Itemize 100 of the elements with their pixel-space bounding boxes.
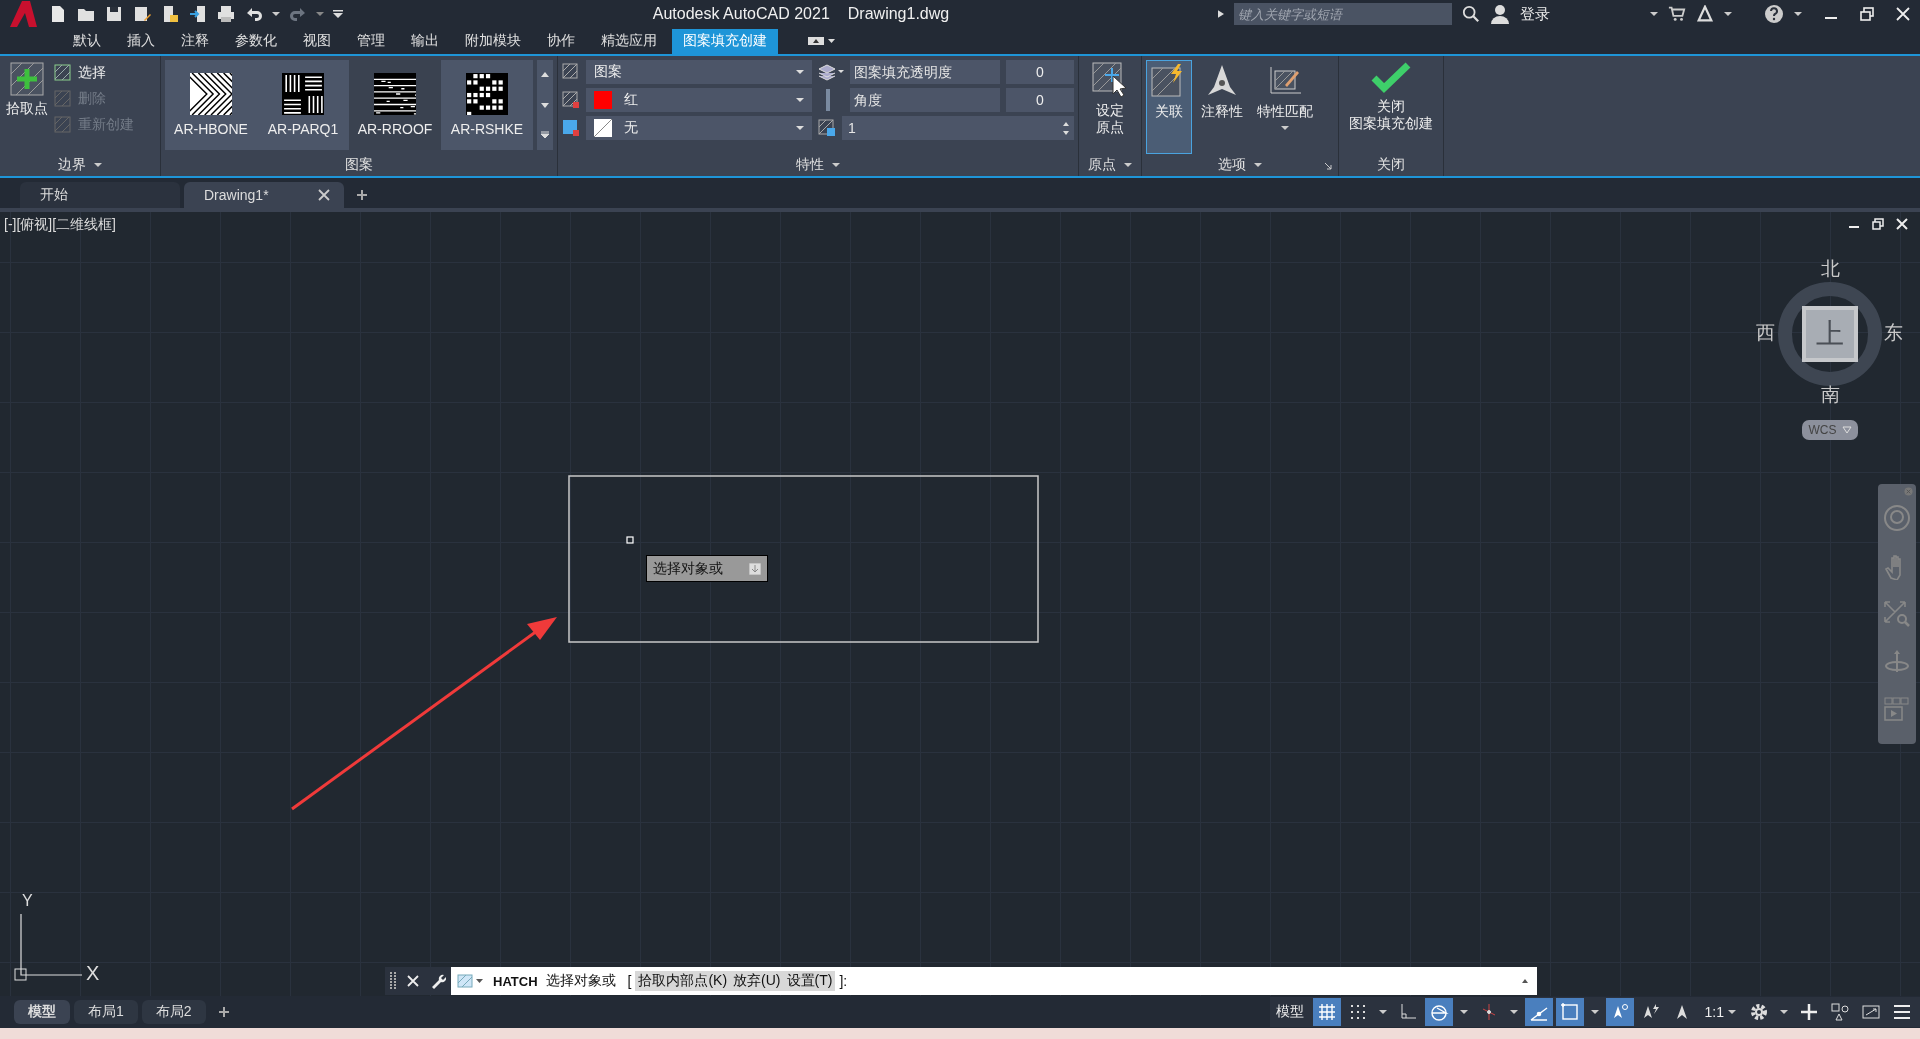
caret-icon[interactable] [1650, 10, 1658, 18]
ribbon-tab[interactable]: 精选应用 [590, 29, 668, 54]
pattern-tile[interactable]: AR-RROOF [349, 60, 441, 150]
ribbon-tab[interactable]: 协作 [536, 29, 586, 54]
isolate-objects-icon[interactable] [1830, 1002, 1850, 1022]
expand-gallery-icon[interactable] [540, 130, 550, 140]
caret-icon[interactable] [1509, 1008, 1518, 1016]
property-dropdown[interactable]: 红 [586, 88, 812, 112]
file-tab[interactable]: Drawing1* [184, 182, 344, 208]
layout-tab[interactable]: 布局1 [74, 1000, 138, 1024]
fullscreen-icon[interactable] [1861, 1002, 1881, 1022]
layout-tab[interactable]: 模型 [14, 1000, 70, 1024]
history-caret-icon[interactable] [1521, 977, 1529, 985]
add-layout-icon[interactable] [217, 1006, 230, 1018]
ribbon-tab[interactable]: 默认 [62, 29, 112, 54]
caret-icon[interactable] [94, 161, 102, 169]
option-button[interactable]: 关联 [1146, 60, 1192, 154]
property-value-field[interactable]: 0 [1006, 88, 1074, 112]
panel-toggle-icon[interactable] [808, 36, 836, 46]
pattern-tile[interactable]: AR-RSHKE [441, 60, 533, 150]
viewport-controls[interactable]: [-][俯视][二维线框] [4, 216, 116, 234]
ribbon-tab[interactable]: 附加模块 [454, 29, 532, 54]
model-space-button[interactable]: 模型 [1269, 998, 1310, 1026]
caret-icon[interactable] [1780, 1008, 1788, 1016]
ribbon-tab[interactable]: 插入 [116, 29, 166, 54]
command-option[interactable]: 设置(T) [783, 971, 836, 991]
command-option[interactable]: 放弃(U) [730, 971, 784, 991]
sign-in-link[interactable]: 登录 [1520, 4, 1550, 24]
close-hatch-button[interactable]: 关闭 图案填充创建 [1347, 60, 1435, 154]
search-field[interactable]: 键入关键字或短语 [1234, 3, 1452, 25]
command-option[interactable]: 拾取内部点(K) [635, 971, 731, 991]
dialog-launcher-icon[interactable] [1324, 162, 1332, 170]
pattern-tile[interactable]: AR-PARQ1 [257, 60, 349, 150]
caret-icon[interactable] [1724, 10, 1732, 18]
save-icon[interactable] [104, 4, 124, 24]
caret-icon[interactable] [1794, 10, 1802, 18]
ribbon-tab[interactable]: 参数化 [224, 29, 288, 54]
user-icon[interactable] [1490, 4, 1510, 24]
osnap-toggle[interactable] [1555, 998, 1584, 1026]
restore-icon[interactable] [1860, 7, 1874, 21]
slider-handle[interactable] [826, 89, 830, 111]
polar-toggle[interactable] [1424, 998, 1453, 1026]
caret-icon[interactable] [272, 10, 280, 18]
customize-menu-icon[interactable] [332, 8, 344, 20]
caret-icon[interactable] [1590, 1008, 1599, 1016]
save-as-icon[interactable] [132, 4, 152, 24]
new-tab-icon[interactable] [356, 189, 368, 201]
menu-icon[interactable] [1892, 1002, 1912, 1022]
compass-label[interactable]: 南 [1821, 382, 1840, 408]
ribbon-tab[interactable]: 管理 [346, 29, 396, 54]
layers-icon[interactable] [818, 63, 844, 81]
hatch-icon[interactable] [457, 974, 485, 988]
tracking-toggle[interactable] [1524, 998, 1553, 1026]
panel-title[interactable]: 选项 [1142, 154, 1338, 176]
compass-label[interactable]: 北 [1821, 256, 1840, 282]
pattern-tile[interactable]: AR-HBONE [165, 60, 257, 150]
set-origin-button[interactable]: 设定 原点 [1090, 60, 1130, 154]
drawing-area[interactable]: [-][俯视][二维线框] 北 西 上 东 南 WCS Y X 选择对象或 HATCH 选择对象或 [ 拾取内部点(K) 放弃(U) 设置(T) ]: [0, 212, 1920, 996]
boundary-option[interactable]: 选择 [54, 62, 134, 84]
annotation-scale-menu[interactable]: 1:1 [1698, 998, 1742, 1026]
compass-label[interactable]: 东 [1884, 320, 1903, 346]
compass-label[interactable]: 西 [1756, 320, 1775, 346]
spin-down-icon[interactable] [1062, 128, 1070, 137]
help-icon[interactable] [1764, 4, 1784, 24]
caret-icon[interactable] [1378, 1008, 1387, 1016]
scale-spinner[interactable]: 1 [842, 116, 1074, 140]
restore-icon[interactable] [1872, 218, 1884, 230]
plus-icon[interactable] [1799, 1002, 1819, 1022]
layout-tab[interactable]: 布局2 [141, 1000, 206, 1024]
option-button[interactable]: 特性匹配 [1252, 60, 1318, 154]
triangle-nodes-icon[interactable] [1696, 5, 1714, 23]
scroll-up-icon[interactable] [540, 70, 550, 80]
annovis-toggle[interactable] [1605, 998, 1634, 1026]
property-dropdown[interactable]: 图案 [586, 60, 812, 84]
ribbon-tab[interactable]: 输出 [400, 29, 450, 54]
option-button[interactable]: 注释性 [1196, 60, 1248, 154]
caret-icon[interactable] [1124, 161, 1132, 169]
panel-title[interactable]: 特性 [558, 154, 1078, 176]
panel-title[interactable]: 原点 [1079, 154, 1141, 176]
ribbon-tab[interactable]: 注释 [170, 29, 220, 54]
ribbon-tab[interactable]: 视图 [292, 29, 342, 54]
panel-title[interactable]: 边界 [0, 154, 160, 176]
pick-points-button[interactable]: 拾取点 [4, 60, 50, 154]
caret-icon[interactable] [316, 10, 324, 18]
expand-arrow-icon[interactable] [1218, 9, 1224, 19]
file-tab[interactable]: 开始 [20, 182, 180, 208]
export-icon[interactable] [188, 4, 208, 24]
settings-icon[interactable] [1749, 1002, 1769, 1022]
down-arrow-icon[interactable] [749, 562, 761, 575]
app-logo-icon[interactable] [8, 0, 38, 29]
property-value-field[interactable]: 0 [1006, 60, 1074, 84]
search-icon[interactable] [1462, 5, 1480, 23]
print-icon[interactable] [216, 4, 236, 24]
view-cube[interactable]: 上 [1802, 306, 1858, 362]
grip-icon[interactable] [390, 971, 397, 991]
caret-icon[interactable] [1254, 161, 1262, 169]
cart-icon[interactable] [1668, 5, 1686, 23]
scroll-down-icon[interactable] [540, 100, 550, 110]
close-icon[interactable] [318, 189, 330, 201]
property-dropdown[interactable]: 无 [586, 116, 812, 140]
